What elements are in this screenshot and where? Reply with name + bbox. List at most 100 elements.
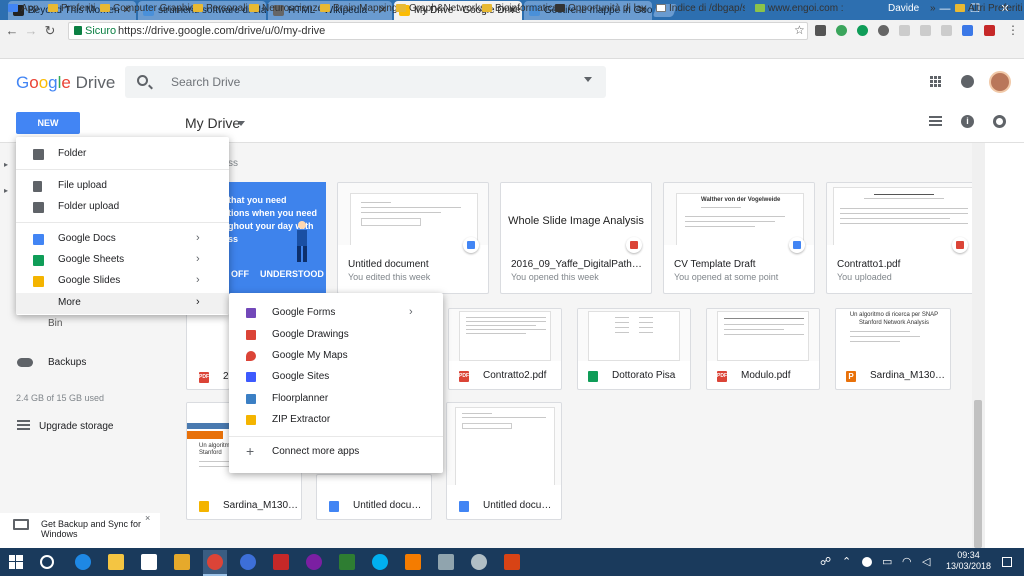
bookmark-folder[interactable]: Computer Graphics xyxy=(100,3,200,14)
expand-arrow-icon[interactable]: ▸ xyxy=(4,160,8,169)
search-icon[interactable] xyxy=(137,75,148,86)
search-input[interactable] xyxy=(165,68,565,96)
quick-access-card[interactable]: Untitled document You edited this week xyxy=(337,182,489,294)
app-taskbar-icon[interactable] xyxy=(306,554,322,570)
extension-icon[interactable] xyxy=(941,25,952,36)
scrollbar-thumb[interactable] xyxy=(974,400,982,548)
sidebar-item-bin[interactable]: Bin xyxy=(48,318,62,329)
menu-item-more[interactable]: More › xyxy=(16,293,229,314)
powerpoint-icon[interactable] xyxy=(504,554,520,570)
close-icon[interactable]: × xyxy=(145,513,150,523)
quick-access-card[interactable]: Walther von der Vogelweide CV Template D… xyxy=(663,182,815,294)
bookmark-star-icon[interactable]: ☆ xyxy=(794,23,805,37)
sidebar-item-backups[interactable]: Backups xyxy=(48,357,86,368)
file-card[interactable]: PDF Contratto2.pdf xyxy=(448,308,562,390)
store-app-icon[interactable] xyxy=(174,554,190,570)
bookmarks-overflow[interactable]: » xyxy=(930,3,936,14)
understood-button[interactable]: UNDERSTOOD xyxy=(260,269,324,279)
bookmark-folder[interactable]: Neuroscienze xyxy=(249,3,323,14)
extension-icon[interactable] xyxy=(857,25,868,36)
network-tray-icon[interactable] xyxy=(862,557,872,567)
menu-item-file-upload[interactable]: File upload xyxy=(16,176,229,197)
chevron-up-icon[interactable]: ⌃ xyxy=(842,555,851,568)
bookmark-folder-other[interactable]: Altri Preferiti xyxy=(955,3,1022,14)
file-card[interactable]: PDF 2 xyxy=(186,308,230,390)
menu-item-google-slides[interactable]: Google Slides › xyxy=(16,271,229,292)
taskbar-clock[interactable]: 09:34 13/03/2018 xyxy=(946,550,991,572)
r-studio-icon[interactable] xyxy=(339,554,355,570)
chrome-menu-icon[interactable]: ⋮ xyxy=(1007,23,1019,37)
expand-arrow-icon[interactable]: ▸ xyxy=(4,186,8,195)
menu-item-google-docs[interactable]: Google Docs › xyxy=(16,229,229,250)
menu-item-google-sites[interactable]: Google Sites xyxy=(229,367,443,388)
backup-sync-label[interactable]: Get Backup and Sync for Windows xyxy=(41,519,145,539)
app-taskbar-icon[interactable] xyxy=(273,554,289,570)
minimize-window-icon[interactable]: — xyxy=(933,0,957,18)
file-card[interactable]: Untitled docume... xyxy=(446,402,562,520)
menu-item-google-my-maps[interactable]: Google My Maps xyxy=(229,346,443,367)
menu-item-google-forms[interactable]: Google Forms › xyxy=(229,303,443,324)
new-button[interactable]: NEW xyxy=(16,112,80,134)
list-view-icon[interactable] xyxy=(929,116,942,127)
bookmark-apps[interactable]: App xyxy=(8,3,39,14)
search-options-caret-icon[interactable] xyxy=(584,77,592,82)
google-drive-logo[interactable]: Google Drive xyxy=(16,73,115,93)
volume-icon[interactable]: ◁ xyxy=(922,555,930,568)
extension-icon[interactable] xyxy=(984,25,995,36)
file-explorer-icon[interactable] xyxy=(108,554,124,570)
skype-icon[interactable] xyxy=(372,554,388,570)
bookmark-link[interactable]: Indice di /dbgap/stu xyxy=(656,3,745,14)
bookmark-link[interactable]: Opportunità di lavoro xyxy=(555,3,647,14)
menu-item-folder-upload[interactable]: Folder upload xyxy=(16,197,229,218)
url-text[interactable]: https://drive.google.com/drive/u/0/my-dr… xyxy=(118,25,325,37)
app-taskbar-icon[interactable] xyxy=(438,554,454,570)
quick-access-card[interactable]: Contratto1.pdf You uploaded xyxy=(826,182,978,294)
forward-arrow-icon[interactable]: → xyxy=(24,22,38,40)
menu-item-zip-extractor[interactable]: ZIP Extractor xyxy=(229,410,443,431)
bookmark-folder[interactable]: Brain Mapping xyxy=(320,3,397,14)
extension-icon[interactable] xyxy=(899,25,910,36)
app-taskbar-icon[interactable] xyxy=(405,554,421,570)
extension-icon[interactable] xyxy=(920,25,931,36)
bookmark-link[interactable]: www.engoi.com : Fra xyxy=(755,3,847,14)
gear-icon[interactable] xyxy=(993,115,1006,128)
quick-access-card[interactable]: Whole Slide Image Analysis 2016_09_Yaffe… xyxy=(500,182,652,294)
menu-item-connect-more-apps[interactable]: + Connect more apps xyxy=(229,442,443,463)
turn-off-button[interactable]: OFF xyxy=(231,269,249,279)
people-icon[interactable]: ☍ xyxy=(820,555,831,568)
notifications-center-icon[interactable] xyxy=(1002,557,1012,567)
app-taskbar-icon[interactable] xyxy=(471,554,487,570)
bookmark-folder[interactable]: Personali xyxy=(193,3,248,14)
battery-icon[interactable]: ▭ xyxy=(882,555,892,568)
file-card[interactable]: Dottorato Pisa xyxy=(577,308,691,390)
avatar[interactable] xyxy=(989,71,1011,93)
upgrade-storage-link[interactable]: Upgrade storage xyxy=(39,421,114,432)
browser-user-name[interactable]: Davide xyxy=(888,3,919,14)
reload-icon[interactable]: ↻ xyxy=(43,22,57,40)
notifications-icon[interactable] xyxy=(961,75,974,88)
chevron-down-icon[interactable] xyxy=(237,121,245,126)
mail-icon[interactable] xyxy=(141,554,157,570)
bookmark-folder[interactable]: Graph&Networks xyxy=(396,3,485,14)
google-apps-icon[interactable] xyxy=(930,76,942,88)
extension-icon[interactable] xyxy=(815,25,826,36)
bookmark-folder[interactable]: Bioinformatics xyxy=(482,3,558,14)
edge-browser-icon[interactable] xyxy=(75,554,91,570)
file-card[interactable]: Untitled docume... xyxy=(316,474,432,520)
cortana-search-icon[interactable] xyxy=(40,555,54,569)
chrome-icon[interactable] xyxy=(207,554,223,570)
menu-item-folder[interactable]: Folder xyxy=(16,144,229,165)
extension-icon[interactable] xyxy=(878,25,889,36)
menu-item-google-sheets[interactable]: Google Sheets › xyxy=(16,250,229,271)
extension-icon[interactable] xyxy=(962,25,973,36)
app-taskbar-icon[interactable] xyxy=(240,554,256,570)
file-card[interactable]: PDF Modulo.pdf xyxy=(706,308,820,390)
windows-start-icon[interactable] xyxy=(9,555,23,569)
extension-icon[interactable] xyxy=(836,25,847,36)
wifi-icon[interactable]: ◠ xyxy=(902,555,912,568)
page-title[interactable]: My Drive xyxy=(185,115,240,131)
menu-item-google-drawings[interactable]: Google Drawings xyxy=(229,325,443,346)
info-icon[interactable]: i xyxy=(961,115,974,128)
back-arrow-icon[interactable]: ← xyxy=(5,22,19,40)
bookmark-folder[interactable]: Preferiti xyxy=(48,3,95,14)
